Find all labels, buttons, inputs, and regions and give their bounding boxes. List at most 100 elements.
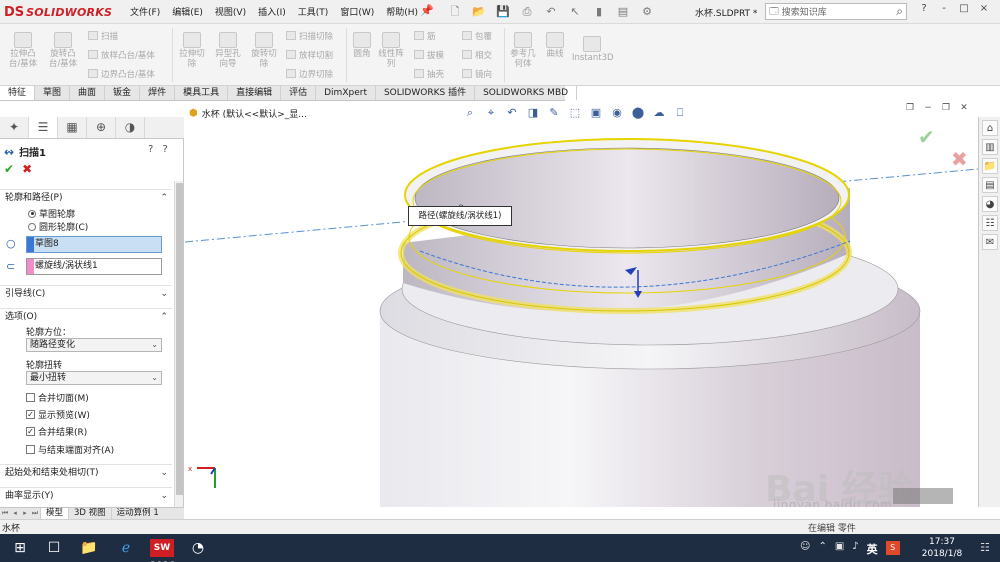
reference-geometry-button[interactable]: 参考几 何体 — [508, 32, 538, 69]
file-explorer-taskbar-icon[interactable]: 📁 — [79, 539, 99, 557]
extrude-cut-button[interactable]: 拉伸切 除 — [174, 32, 210, 69]
checkbox-merge-result[interactable]: ✓ 合并结果(R) — [26, 425, 87, 438]
notification-icon[interactable]: ☷ — [980, 541, 990, 554]
print-icon[interactable]: ⎙ — [518, 4, 536, 20]
menu-help[interactable]: 帮助(H) — [386, 5, 418, 18]
pin-icon[interactable]: 📌 — [420, 4, 434, 17]
home-icon[interactable]: ⌂ — [982, 120, 998, 136]
tab-motion-study[interactable]: 运动算例 1 — [110, 508, 164, 519]
tab-weldments[interactable]: 焊件 — [140, 86, 176, 100]
shell-button[interactable]: 抽壳 — [414, 68, 444, 80]
revolve-boss-button[interactable]: 旋转凸 台/基体 — [44, 32, 82, 69]
sweep-button[interactable]: 扫描 — [88, 30, 118, 42]
design-library-icon[interactable]: ▥ — [982, 139, 998, 155]
tab-sheet-metal[interactable]: 钣金 — [105, 86, 141, 100]
tab-evaluate[interactable]: 评估 — [281, 86, 317, 100]
tab-sketch[interactable]: 草图 — [35, 86, 71, 100]
checkbox[interactable] — [26, 393, 35, 402]
edit-appearance-icon[interactable]: ⬤ — [629, 105, 647, 121]
viewport-close-icon[interactable]: ✕ — [955, 103, 973, 113]
chevron-down-icon[interactable]: ⌄ — [160, 465, 168, 481]
draft-button[interactable]: 拔模 — [414, 49, 444, 61]
boundary-boss-button[interactable]: 边界凸台/基体 — [88, 68, 155, 80]
tab-mbd[interactable]: SOLIDWORKS MBD — [475, 86, 578, 100]
input-language[interactable]: 英 — [867, 541, 878, 557]
scrollbar-thumb[interactable] — [176, 183, 183, 495]
rib-button[interactable]: 筋 — [414, 30, 436, 42]
intersect-button[interactable]: 相交 — [462, 49, 492, 61]
tab-nav-first-icon[interactable]: ⏮ — [0, 508, 10, 519]
previous-view-icon[interactable]: ↶ — [503, 105, 521, 121]
configuration-manager-tab-icon[interactable]: ▦ — [58, 117, 87, 138]
checkbox-align-end[interactable]: 与结束端面对齐(A) — [26, 443, 114, 456]
cancel-x-icon[interactable]: ✖ — [22, 162, 32, 176]
radio-circular-profile[interactable]: 圆形轮廓(C) — [28, 220, 88, 233]
revolve-cut-button[interactable]: 旋转切 除 — [246, 32, 282, 69]
zoom-to-fit-icon[interactable]: ⌕ — [461, 105, 479, 121]
sweep-cut-button[interactable]: 扫描切除 — [286, 30, 333, 42]
model-breadcrumb[interactable]: ⬢ 水杯 (默认<<默认>_显... — [189, 107, 307, 120]
tab-features[interactable]: 特征 — [0, 86, 36, 100]
maximize-button[interactable]: □ — [954, 3, 974, 14]
chevron-down-icon[interactable]: ⌄ — [160, 488, 168, 504]
confirm-cancel-icon[interactable]: ✖ — [951, 147, 968, 171]
orientation-dropdown[interactable]: 随路径变化 ⌄ — [26, 338, 162, 352]
feature-manager-tab-icon[interactable]: ✦ — [0, 117, 29, 138]
instant3d-button[interactable]: Instant3D — [572, 36, 614, 63]
save-icon[interactable]: 💾 — [494, 4, 512, 20]
checkbox[interactable] — [26, 445, 35, 454]
tab-addins[interactable]: SOLIDWORKS 插件 — [376, 86, 476, 100]
fillet-button[interactable]: 圆角 — [348, 32, 376, 59]
rebuild-icon[interactable]: ▮ — [590, 4, 608, 20]
graphics-area[interactable]: ⬢ 水杯 (默认<<默认>_显... ⌕ ⌖ ↶ ◨ ✎ ⬚ ▣ ◉ ⬤ ☁ ⎕… — [185, 103, 978, 507]
tab-dimxpert[interactable]: DimXpert — [316, 86, 376, 100]
radio-sketch-profile[interactable]: 草图轮廓 — [28, 207, 75, 220]
section-curvature-display[interactable]: 曲率显示(Y) ⌄ — [0, 487, 172, 503]
undo-icon[interactable]: ↶ — [542, 4, 560, 20]
ok-check-icon[interactable]: ✔ — [4, 162, 14, 176]
tab-3d-views[interactable]: 3D 视图 — [68, 508, 111, 519]
chevron-down-icon[interactable]: ⌄ — [160, 286, 168, 302]
menu-file[interactable]: 文件(F) — [130, 5, 160, 18]
menu-view[interactable]: 视图(V) — [215, 5, 246, 18]
linear-pattern-button[interactable]: 线性阵 列 — [376, 32, 406, 69]
search-source-icon[interactable]: 🗔 — [769, 4, 779, 20]
open-file-icon[interactable]: 📂 — [470, 4, 488, 20]
close-button[interactable]: × — [974, 3, 994, 14]
section-view-icon[interactable]: ◨ — [524, 105, 542, 121]
custom-properties-icon[interactable]: ☷ — [982, 215, 998, 231]
path-selection-box[interactable]: 螺旋线/涡状线1 — [26, 258, 162, 275]
menu-window[interactable]: 窗口(W) — [340, 5, 374, 18]
view-orientation-icon[interactable]: ⬚ — [566, 105, 584, 121]
section-start-end-tangency[interactable]: 起始处和结束处相切(T) ⌄ — [0, 464, 172, 480]
options-gear-icon[interactable]: ⚙ — [638, 4, 656, 20]
file-properties-icon[interactable]: ▤ — [614, 4, 632, 20]
tray-expand-icon[interactable]: ⌃ — [818, 541, 826, 557]
volume-icon[interactable]: ♪ — [852, 541, 858, 557]
chevron-up-icon[interactable]: ⌃ — [160, 190, 168, 206]
search-icon[interactable]: ⌕ — [896, 4, 903, 19]
hide-show-items-icon[interactable]: ◉ — [608, 105, 626, 121]
appearances-icon[interactable]: ◕ — [982, 196, 998, 212]
zoom-area-icon[interactable]: ⌖ — [482, 105, 500, 121]
detailed-preview-icon[interactable]: ? — [148, 144, 153, 155]
profile-selection-box[interactable]: 草图8 — [26, 236, 162, 253]
cup-model-view[interactable] — [185, 103, 978, 507]
ime-icon[interactable]: S — [885, 541, 900, 555]
menu-edit[interactable]: 编辑(E) — [172, 5, 203, 18]
viewport-minimize-icon[interactable]: − — [919, 103, 937, 113]
tab-mold-tools[interactable]: 模具工具 — [175, 86, 229, 100]
solidworks-logo[interactable]: DS SOLIDWORKS — [4, 4, 112, 20]
hole-wizard-button[interactable]: 异型孔 向导 — [210, 32, 246, 69]
checkbox-checked[interactable]: ✓ — [26, 410, 35, 419]
search-input[interactable]: 搜索知识库 — [782, 5, 897, 18]
task-view-icon[interactable]: ☐ — [44, 539, 64, 557]
windows-start-icon[interactable]: ⊞ — [10, 539, 30, 557]
loft-cut-button[interactable]: 放样切割 — [286, 49, 333, 61]
mirror-button[interactable]: 镜向 — [462, 68, 492, 80]
tab-nav-next-icon[interactable]: ▸ — [20, 508, 30, 519]
search-box[interactable]: 🗔 搜索知识库 ⌕ — [765, 3, 907, 20]
tab-surfaces[interactable]: 曲面 — [70, 86, 106, 100]
radio-button[interactable] — [28, 209, 36, 218]
select-icon[interactable]: ↖ — [566, 4, 584, 20]
